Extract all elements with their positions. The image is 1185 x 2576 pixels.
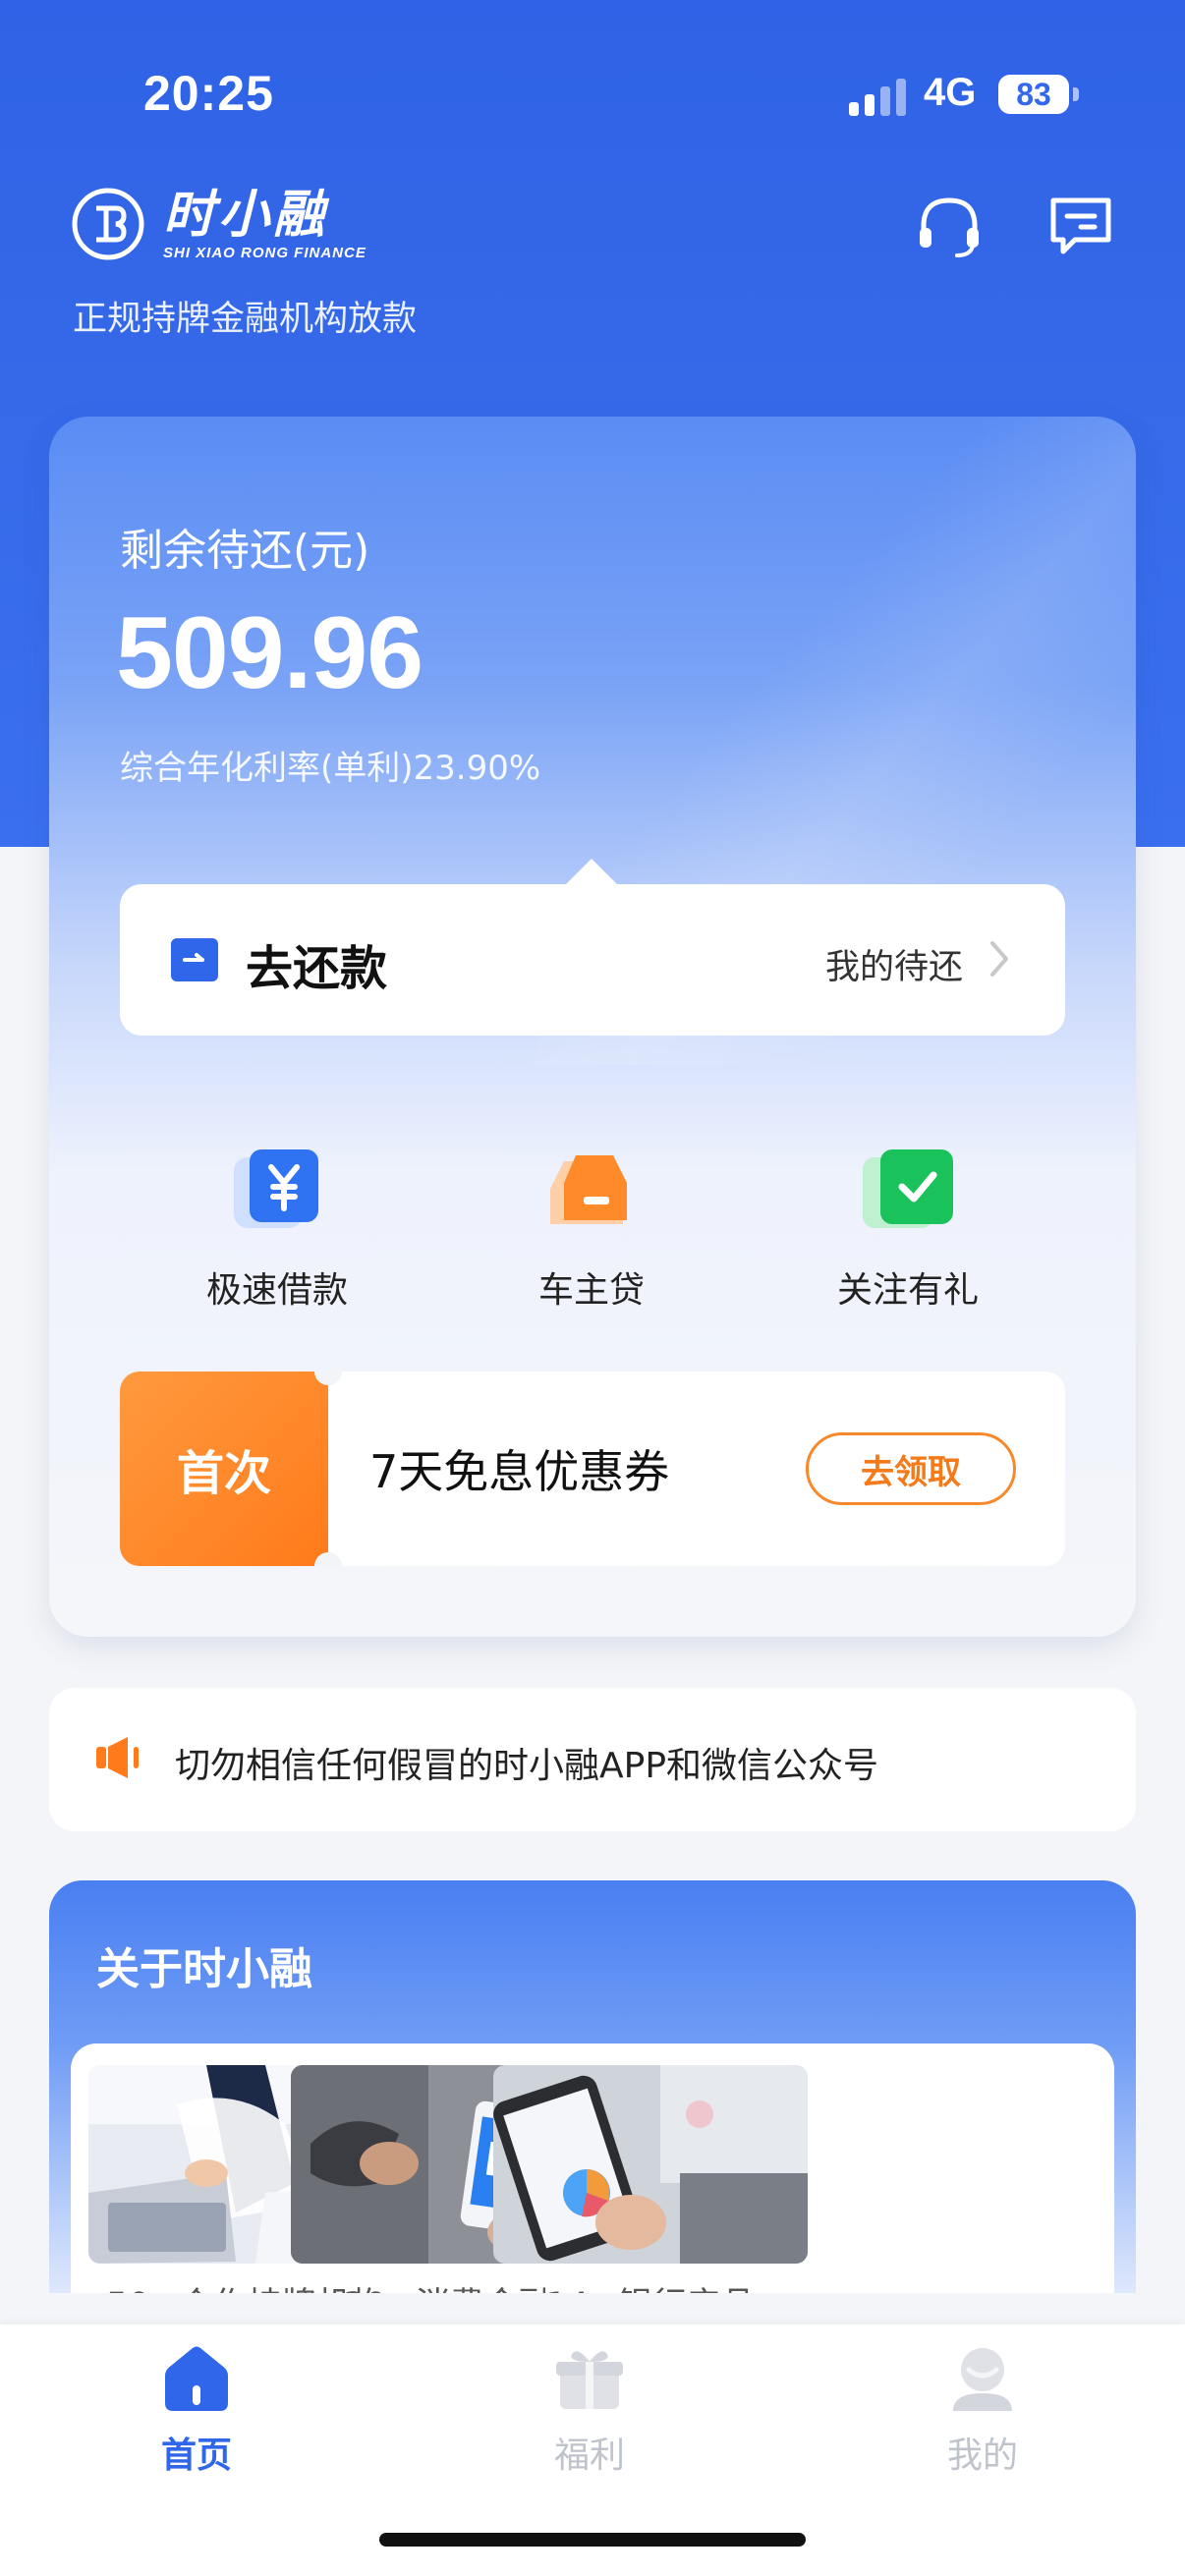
balance-card: 剩余待还(元) 509.96 综合年化利率(单利)23.90% 去还款 我的待还… — [49, 417, 1136, 1637]
tab-benefits-label: 福利 — [553, 2436, 625, 2476]
tab-home[interactable]: 首页 — [98, 2342, 295, 2478]
tagline: 正规持牌金融机构放款 — [73, 300, 418, 339]
logo-name: 时小融 — [163, 185, 329, 245]
repay-label: 去还款 — [246, 941, 388, 996]
follow-gift-button[interactable]: 关注有礼 — [780, 1140, 1036, 1313]
about-cards: 50+合作持牌机构 30+消费金融 — [71, 2044, 1114, 2293]
message-icon[interactable] — [1045, 191, 1116, 261]
app-logo: 时小融 SHI XIAO RONG FINANCE — [71, 187, 367, 261]
headset-icon[interactable] — [914, 191, 985, 261]
coupon-title: 7天免息优惠券 — [369, 1445, 670, 1498]
logo-mark-icon — [72, 188, 144, 260]
tab-mine[interactable]: 我的 — [884, 2342, 1081, 2478]
claim-coupon-button[interactable]: 去领取 — [806, 1432, 1016, 1505]
car-icon — [550, 1155, 627, 1224]
repay-button[interactable]: 去还款 我的待还 — [120, 859, 1065, 1036]
my-pending-link[interactable]: 我的待还 — [825, 939, 963, 989]
balance-amount: 509.96 — [116, 596, 423, 710]
interest-rate: 综合年化利率(单利)23.90% — [120, 749, 541, 788]
notice-bar[interactable]: 切勿相信任何假冒的时小融APP和微信公众号 — [49, 1688, 1136, 1831]
quick-loan-label: 极速借款 — [205, 1270, 348, 1311]
follow-gift-label: 关注有礼 — [836, 1270, 979, 1311]
battery-level: 83 — [1016, 76, 1051, 112]
car-loan-label: 车主贷 — [537, 1270, 645, 1311]
gift-icon — [556, 2351, 623, 2409]
status-time: 20:25 — [143, 66, 274, 121]
balance-label: 剩余待还(元) — [120, 526, 370, 576]
signal-icon — [849, 79, 906, 116]
repay-icon — [171, 938, 218, 981]
chevron-right-icon — [990, 941, 1008, 977]
user-icon — [953, 2348, 1012, 2411]
home-indicator — [379, 2533, 806, 2547]
quick-loan-button[interactable]: 极速借款 — [149, 1140, 405, 1313]
battery-icon: 83 — [998, 75, 1079, 114]
home-icon — [165, 2346, 228, 2411]
network-type: 4G — [924, 71, 977, 114]
about-section: 关于时小融 50+合作持牌机构 — [49, 1880, 1136, 2293]
check-icon — [863, 1149, 953, 1228]
bank-products-caption: 14+银行产品 — [493, 2277, 808, 2293]
coupon-banner[interactable]: 首次 7天免息优惠券 去领取 — [120, 1372, 1065, 1566]
tab-home-label: 首页 — [160, 2436, 232, 2476]
phone-chart-image — [493, 2065, 808, 2264]
car-loan-button[interactable]: 车主贷 — [464, 1140, 719, 1313]
about-title: 关于时小融 — [96, 1944, 312, 1994]
notice-text: 切勿相信任何假冒的时小融APP和微信公众号 — [175, 1746, 879, 1786]
coupon-tag: 首次 — [120, 1372, 342, 1566]
logo-subtitle: SHI XIAO RONG FINANCE — [163, 244, 367, 261]
bank-products-photo[interactable] — [493, 2065, 808, 2264]
tab-mine-label: 我的 — [946, 2436, 1018, 2476]
megaphone-icon — [96, 1737, 139, 1778]
tab-benefits[interactable]: 福利 — [491, 2342, 688, 2478]
yuan-icon — [234, 1149, 318, 1228]
